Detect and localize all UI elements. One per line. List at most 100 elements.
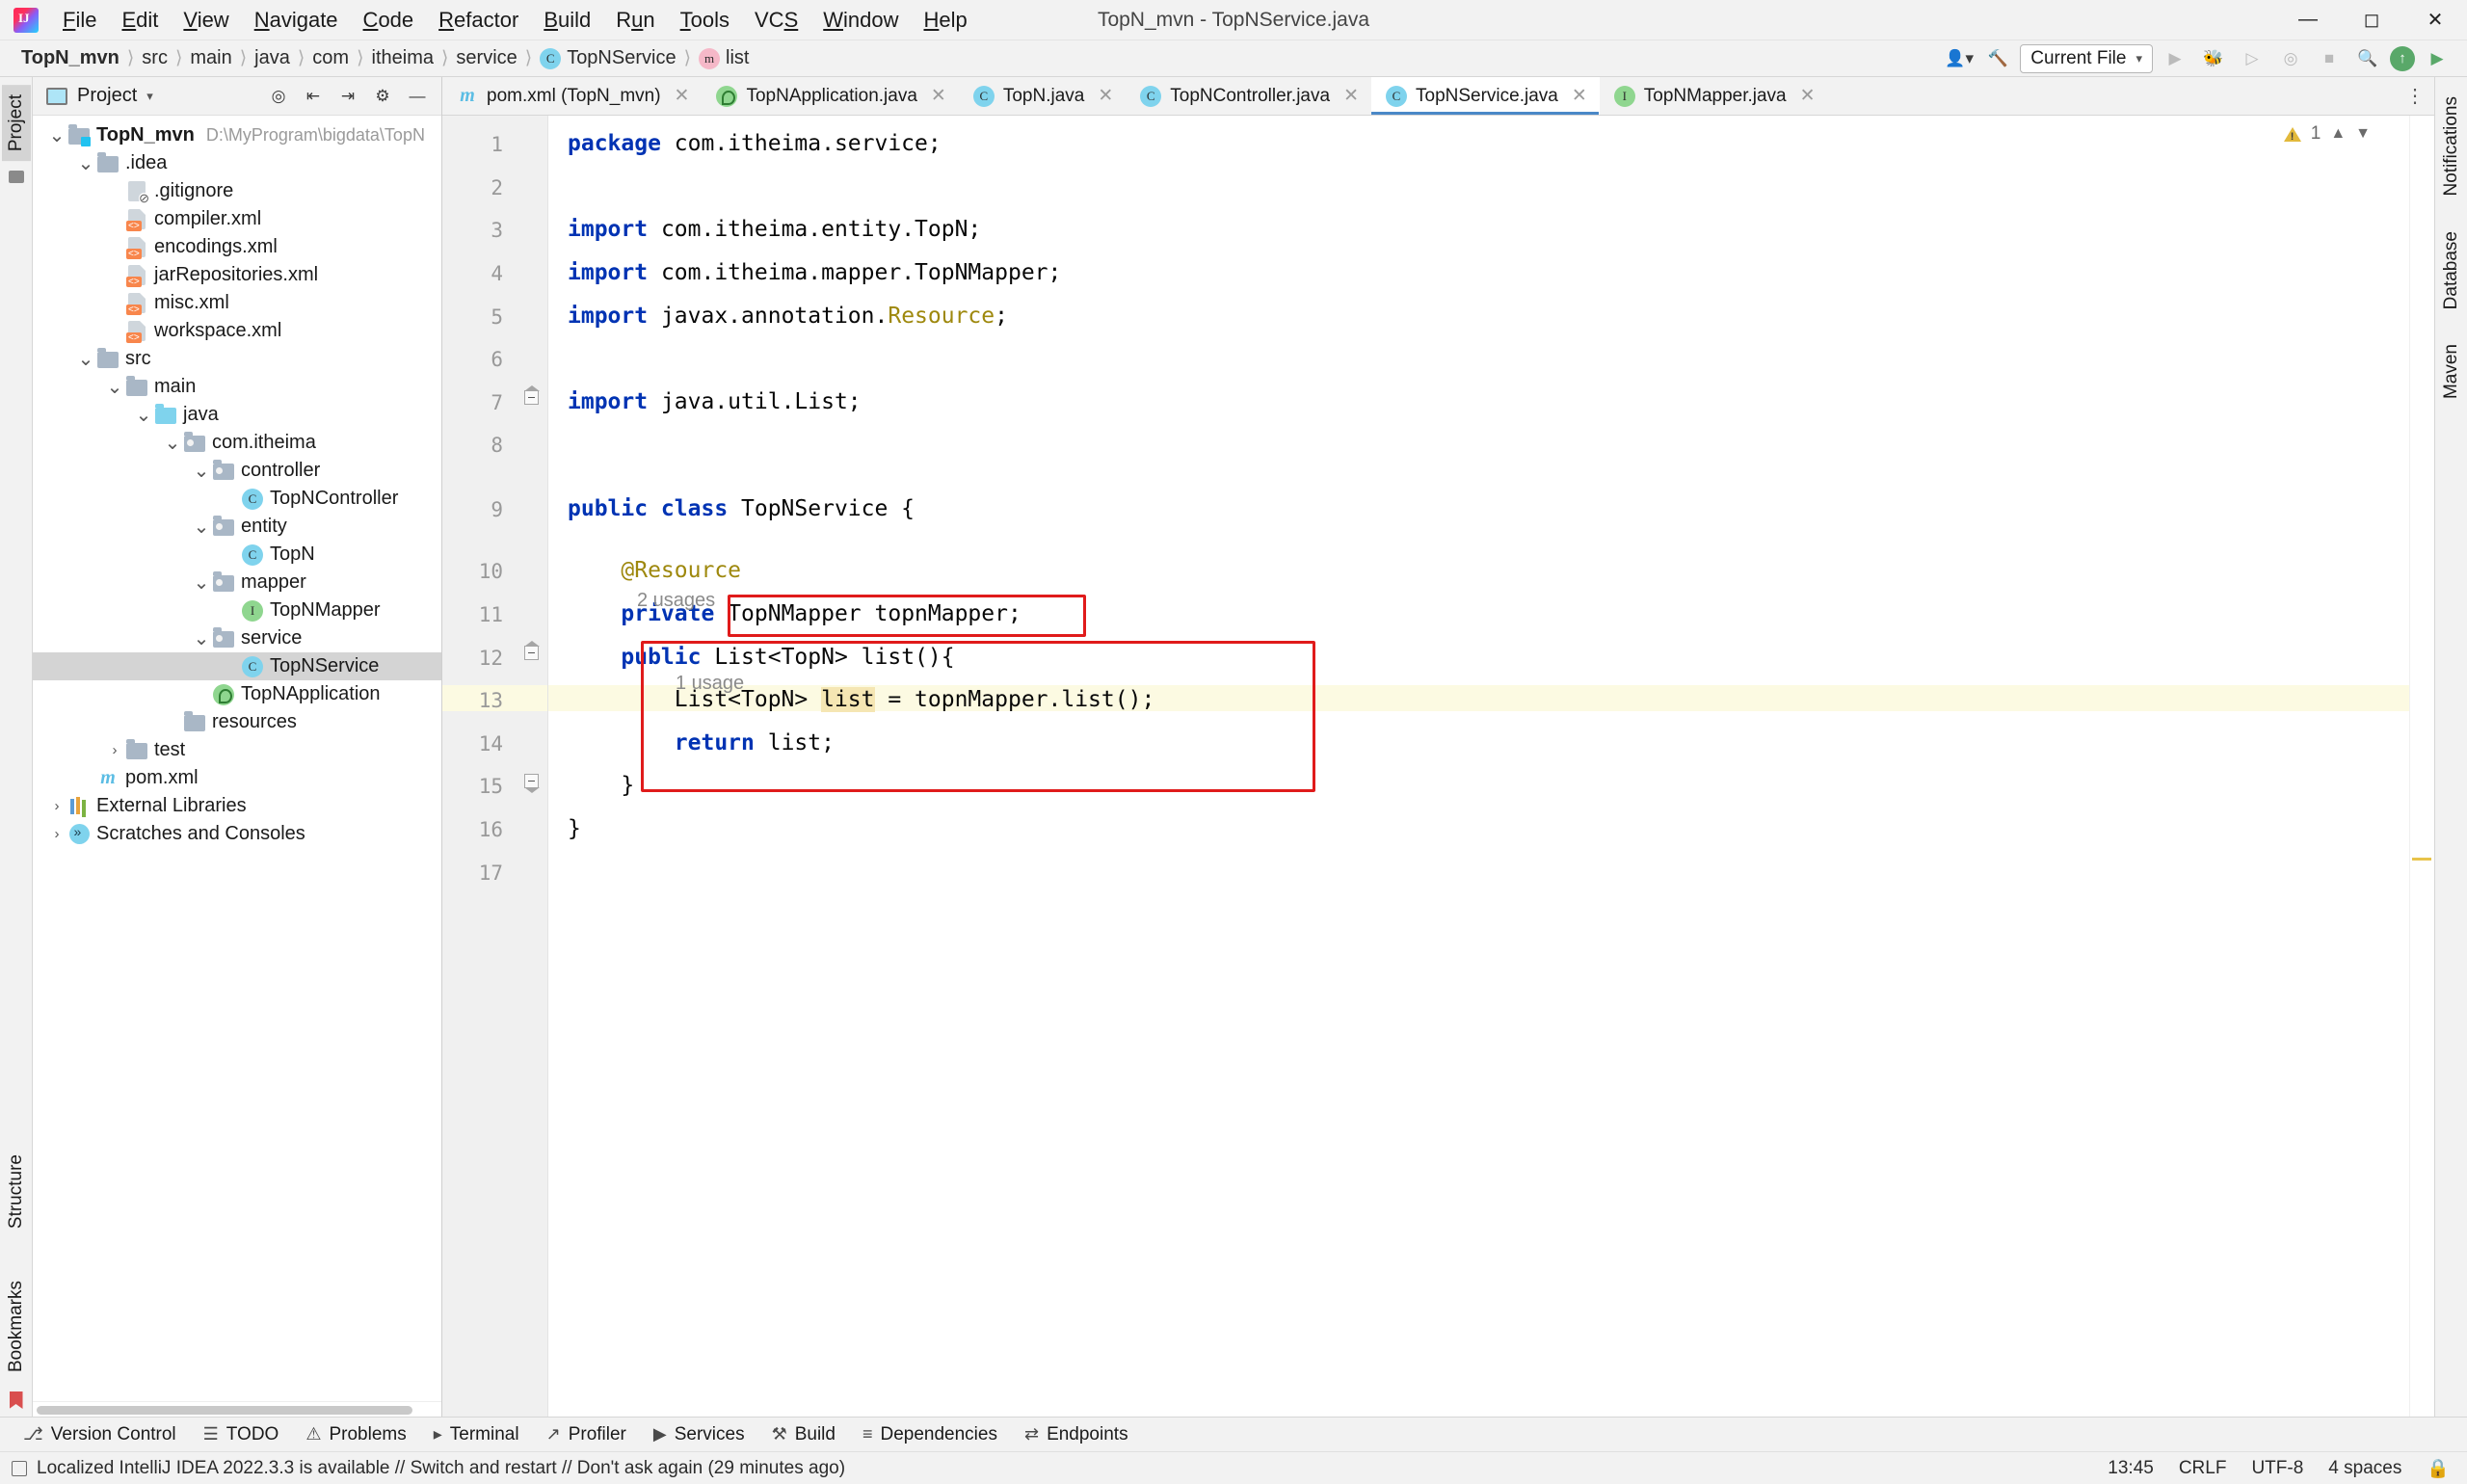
tree-node-mapper[interactable]: ⌄ mapper xyxy=(33,569,441,596)
menu-vcs[interactable]: VCS xyxy=(742,3,810,38)
tree-node-gitignore[interactable]: .gitignore xyxy=(33,177,441,205)
tree-node-java[interactable]: ⌄ java xyxy=(33,401,441,429)
code-line-11[interactable]: private TopNMapper topnMapper; xyxy=(568,603,1021,625)
inspection-widget[interactable]: 1 ▲ ▼ xyxy=(2283,123,2371,145)
tool-window-bar[interactable]: ⎇ Version Control ☰ TODO ⚠ Problems ▸ Terminal ↗… xyxy=(0,1417,2467,1451)
tool-window-tab-services[interactable]: ▶ Services xyxy=(640,1420,758,1449)
editor-gutter[interactable]: 1 2 3 4 5 6 7 8 9 10 11 12 13 14 15 16 17 xyxy=(442,116,548,1417)
tool-window-tab-dependencies[interactable]: ≡ Dependencies xyxy=(849,1420,1011,1449)
tool-window-tab-endpoints[interactable]: ⇄ Endpoints xyxy=(1011,1420,1142,1449)
code-line-3[interactable]: import com.itheima.entity.TopN; xyxy=(568,219,981,241)
breadcrumb-item-project[interactable]: TopN_mvn xyxy=(17,45,123,71)
tree-node-workspace-xml[interactable]: workspace.xml xyxy=(33,317,441,345)
breadcrumb-item-main[interactable]: main xyxy=(186,45,235,71)
menu-code[interactable]: Code xyxy=(351,3,427,38)
code-line-12[interactable]: public List<TopN> list(){ xyxy=(568,647,954,669)
tree-node-idea[interactable]: ⌄ .idea xyxy=(33,149,441,177)
tree-node-topn-mvn[interactable]: ⌄ TopN_mvn D:\MyProgram\bigdata\TopN xyxy=(33,121,441,149)
tree-node-topn[interactable]: C TopN xyxy=(33,541,441,569)
usage-hint[interactable]: 2 usages xyxy=(637,590,715,612)
code-editor[interactable]: 1 ▲ ▼ package com.itheima.service; import… xyxy=(548,116,2409,1417)
error-stripe[interactable] xyxy=(2409,116,2434,1417)
code-line-7[interactable]: import java.util.List; xyxy=(568,391,862,413)
chevron-down-icon[interactable]: ⌄ xyxy=(75,350,96,369)
locate-icon[interactable]: ◎ xyxy=(262,82,295,111)
collapse-all-icon[interactable]: ⇥ xyxy=(332,82,364,111)
menu-refactor[interactable]: Refactor xyxy=(426,3,531,38)
menu-run[interactable]: Run xyxy=(603,3,667,38)
chevron-down-icon[interactable]: ⌄ xyxy=(162,434,183,453)
lock-icon[interactable]: 🔒 xyxy=(2427,1457,2450,1480)
scrollbar-thumb[interactable] xyxy=(37,1406,412,1415)
editor-tab-topnmapper-java[interactable]: I TopNMapper.java ✕ xyxy=(1600,77,1828,115)
run-anything-icon[interactable]: ▶ xyxy=(2421,44,2454,73)
run-configuration-selector[interactable]: Current File ▾ xyxy=(2020,43,2153,73)
search-everywhere-icon[interactable]: 🔍 xyxy=(2351,44,2384,73)
chevron-down-icon[interactable]: ⌄ xyxy=(191,462,212,481)
menu-build[interactable]: Build xyxy=(531,3,603,38)
usage-hint[interactable]: 1 usage xyxy=(676,673,744,695)
sidebar-item-database[interactable]: Database xyxy=(2437,222,2466,319)
chevron-down-icon[interactable]: ⌄ xyxy=(75,154,96,173)
status-message[interactable]: Localized IntelliJ IDEA 2022.3.3 is avai… xyxy=(37,1458,845,1479)
code-line-1[interactable]: package com.itheima.service; xyxy=(568,133,942,155)
menu-tools[interactable]: Tools xyxy=(668,3,742,38)
close-icon[interactable]: ✕ xyxy=(1343,85,1359,107)
updates-icon[interactable]: ↑ xyxy=(2390,45,2415,71)
build-hammer-icon[interactable]: 🔨 xyxy=(1981,44,2014,73)
status-line-separator[interactable]: CRLF xyxy=(2179,1458,2227,1479)
tool-window-tab-build[interactable]: ⚒ Build xyxy=(758,1420,849,1449)
tree-node-scratches-and-consoles[interactable]: › Scratches and Consoles xyxy=(33,820,441,848)
breadcrumb-item-service[interactable]: service xyxy=(452,45,520,71)
code-fold-icon[interactable] xyxy=(522,640,540,661)
tree-node-controller[interactable]: ⌄ controller xyxy=(33,457,441,485)
chevron-down-icon[interactable]: ⌄ xyxy=(133,406,154,425)
code-fold-icon[interactable] xyxy=(522,384,540,406)
tree-node-misc-xml[interactable]: misc.xml xyxy=(33,289,441,317)
breadcrumb-item-itheima[interactable]: itheima xyxy=(368,45,438,71)
breadcrumb-item-com[interactable]: com xyxy=(308,45,353,71)
tree-node-topnmapper[interactable]: I TopNMapper xyxy=(33,596,441,624)
code-line-10[interactable]: @Resource xyxy=(568,560,741,582)
tree-node-pom-xml[interactable]: m pom.xml xyxy=(33,764,441,792)
breadcrumb-item-src[interactable]: src xyxy=(138,45,172,71)
close-button[interactable]: ✕ xyxy=(2403,0,2467,40)
tree-node-service[interactable]: ⌄ service xyxy=(33,624,441,652)
tree-node-jarrepositories-xml[interactable]: jarRepositories.xml xyxy=(33,261,441,289)
chevron-down-icon[interactable]: ⌄ xyxy=(191,517,212,537)
minimize-button[interactable]: — xyxy=(2276,0,2340,40)
warning-marker[interactable] xyxy=(2412,858,2431,861)
maximize-button[interactable]: ◻ xyxy=(2340,0,2403,40)
sidebar-item-notifications[interactable]: Notifications xyxy=(2437,87,2466,206)
project-horizontal-scrollbar[interactable] xyxy=(33,1401,441,1417)
menu-window[interactable]: Window xyxy=(810,3,911,38)
chevron-down-icon[interactable]: ⌄ xyxy=(104,378,125,397)
tree-node-topncontroller[interactable]: C TopNController xyxy=(33,485,441,513)
chevron-down-icon[interactable]: ⌄ xyxy=(46,126,67,146)
code-fold-icon[interactable] xyxy=(522,772,540,793)
close-icon[interactable]: ✕ xyxy=(1572,85,1587,107)
tree-node-src[interactable]: ⌄ src xyxy=(33,345,441,373)
close-icon[interactable]: ✕ xyxy=(675,85,690,107)
close-icon[interactable]: ✕ xyxy=(931,85,946,107)
breadcrumb-item-list[interactable]: m list xyxy=(695,45,753,71)
menu-view[interactable]: View xyxy=(171,3,241,38)
chevron-down-icon[interactable]: ▾ xyxy=(146,89,153,104)
code-line-16[interactable]: } xyxy=(568,818,581,840)
sidebar-item-maven[interactable]: Maven xyxy=(2437,334,2466,409)
code-line-9[interactable]: public class TopNService { xyxy=(568,498,915,520)
code-line-15[interactable]: } xyxy=(568,775,634,797)
tool-window-tab-version-control[interactable]: ⎇ Version Control xyxy=(10,1420,190,1449)
chevron-right-icon[interactable]: › xyxy=(46,798,67,814)
tree-node-entity[interactable]: ⌄ entity xyxy=(33,513,441,541)
project-tree[interactable]: ⌄ TopN_mvn D:\MyProgram\bigdata\TopN ⌄ .idea… xyxy=(33,116,441,1401)
menu-edit[interactable]: Edit xyxy=(109,3,171,38)
chevron-right-icon[interactable]: › xyxy=(46,826,67,842)
editor-tab-bar[interactable]: m pom.xml (TopN_mvn) ✕ TopNApplication.java… xyxy=(442,77,2434,116)
tree-node-encodings-xml[interactable]: encodings.xml xyxy=(33,233,441,261)
status-indent[interactable]: 4 spaces xyxy=(2328,1458,2401,1479)
settings-gear-icon[interactable]: ⚙ xyxy=(366,82,399,111)
code-line-13[interactable]: List<TopN> list = topnMapper.list(); xyxy=(568,687,1154,712)
code-line-5[interactable]: import javax.annotation.Resource; xyxy=(568,305,1008,328)
menu-navigate[interactable]: Navigate xyxy=(242,3,351,38)
